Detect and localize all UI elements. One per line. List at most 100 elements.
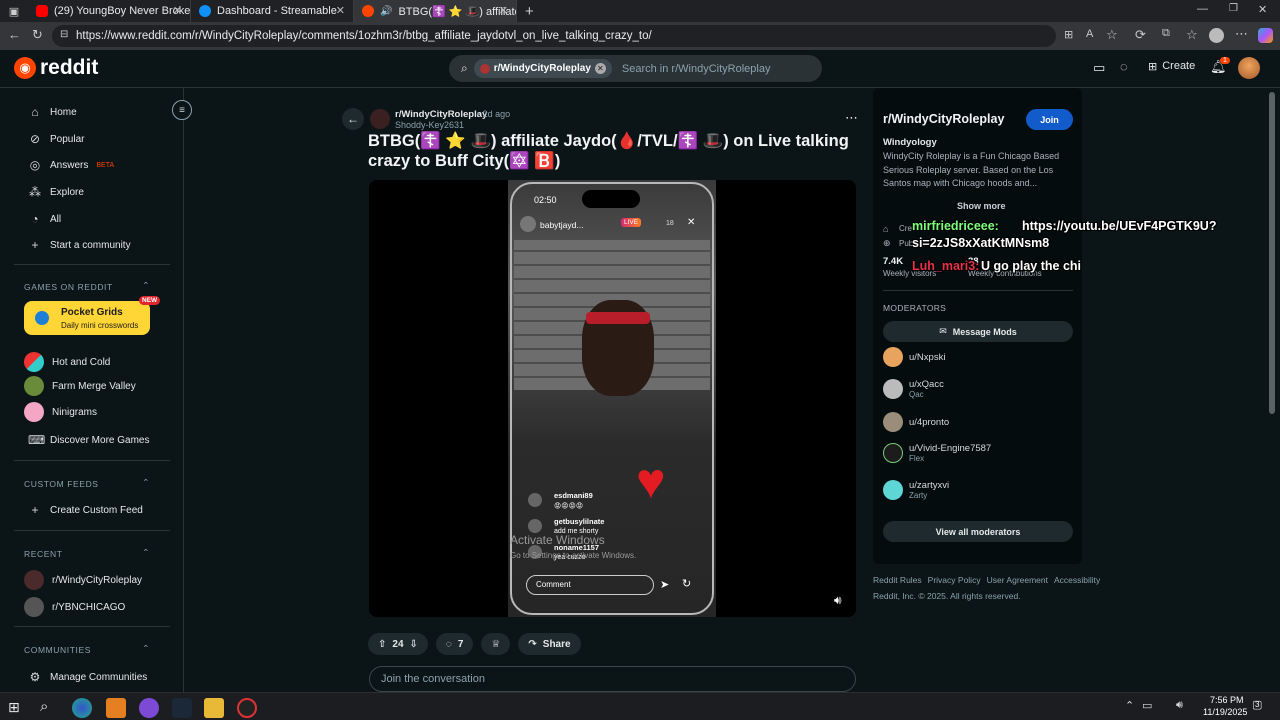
nav-popular[interactable]: ⊘ Popular <box>28 132 85 146</box>
user-avatar[interactable] <box>1238 57 1260 79</box>
copilot-icon[interactable] <box>1258 28 1273 43</box>
moderator-item[interactable]: u/Nxpski <box>883 347 945 367</box>
post-author[interactable]: Shoddy-Key2631 <box>395 120 464 130</box>
upvote-icon[interactable]: ⇧ <box>378 639 386 650</box>
custom-feeds-header[interactable]: CUSTOM FEEDS ⌃ <box>24 477 150 489</box>
game-hot-and-cold[interactable]: Hot and Cold <box>24 352 110 372</box>
search-community-chip[interactable]: r/WindyCityRoleplay ✕ <box>473 59 612 78</box>
start-icon[interactable]: ⊞ <box>8 699 20 716</box>
search-input[interactable]: Search in r/WindyCityRoleplay <box>622 63 771 75</box>
edge-icon[interactable] <box>72 698 92 718</box>
search-icon[interactable]: ⌕ <box>40 698 48 715</box>
profile-icon[interactable] <box>1209 28 1224 43</box>
site-info-icon[interactable]: ⊟ <box>60 29 68 40</box>
create-post-button[interactable]: ⊞ Create <box>1148 60 1195 73</box>
more-icon[interactable]: ⋯ <box>1235 26 1248 42</box>
close-window-icon[interactable]: ✕ <box>1258 3 1267 16</box>
collections-icon[interactable]: ☆ <box>1186 27 1198 43</box>
join-button[interactable]: Join <box>1026 109 1073 130</box>
collapse-sidebar-icon[interactable]: ≡ <box>172 100 192 120</box>
join-conversation-input[interactable]: Join the conversation <box>369 666 856 692</box>
speaker-tray-icon[interactable]: 🔊︎ <box>1176 699 1183 712</box>
game-farm-merge[interactable]: Farm Merge Valley <box>24 376 136 396</box>
community-name[interactable]: r/WindyCityRoleplay <box>883 112 1004 126</box>
moderator-item[interactable]: u/xQacc Qac <box>883 379 944 399</box>
award-button[interactable]: ♕ <box>481 633 511 655</box>
nav-explore[interactable]: ⁂ Explore <box>28 185 84 199</box>
video-player[interactable]: 02:50 babytjayd... LIVE 18 ✕ ♥ esdmani89… <box>369 180 856 617</box>
post-options-icon[interactable]: ⋯ <box>845 110 858 126</box>
view-all-moderators-button[interactable]: View all moderators <box>883 521 1073 542</box>
message-mods-button[interactable]: ✉ Message Mods <box>883 321 1073 342</box>
speaker-icon[interactable]: 🔊 <box>380 6 392 17</box>
taskbar-date[interactable]: 11/19/2025 <box>1203 707 1247 717</box>
chat-icon[interactable]: ◌ <box>1120 59 1128 74</box>
back-icon[interactable]: ← <box>8 27 21 42</box>
volume-icon[interactable]: 🔊︎ <box>834 593 842 608</box>
app-orange-icon[interactable] <box>106 698 126 718</box>
show-more-button[interactable]: Show more <box>957 201 1006 211</box>
tray-chevron-icon[interactable]: ⌃ <box>1125 699 1134 712</box>
recent-windycity[interactable]: r/WindyCityRoleplay <box>24 570 142 590</box>
footer-link[interactable]: Privacy Policy <box>928 575 981 585</box>
back-button[interactable]: ← <box>342 108 364 130</box>
tab-streamable[interactable]: Dashboard - Streamable ✕ <box>191 0 354 22</box>
moderator-item[interactable]: u/zartyxvi Zarty <box>883 480 949 500</box>
recent-ybnchicago[interactable]: r/YBNCHICAGO <box>24 597 125 617</box>
new-badge: NEW <box>139 296 161 305</box>
new-tab-icon[interactable]: + <box>525 3 534 20</box>
pocket-grids-card[interactable]: Pocket Grids Daily mini crosswords NEW <box>24 296 161 335</box>
downvote-icon[interactable]: ⇩ <box>410 639 418 650</box>
reddit-logo[interactable]: ◉ reddit <box>14 56 98 80</box>
nav-answers[interactable]: ◎ Answers BETA <box>28 158 114 172</box>
discover-games[interactable]: ⌨ Discover More Games <box>28 433 149 447</box>
read-aloud-icon[interactable]: A <box>1086 28 1093 40</box>
maximize-icon[interactable]: ❐ <box>1229 3 1238 14</box>
network-icon[interactable]: ▭ <box>1142 699 1152 712</box>
search-bar[interactable]: ⌕ r/WindyCityRoleplay ✕ Search in r/Wind… <box>449 55 822 82</box>
games-header[interactable]: GAMES ON REDDIT ⌃ <box>24 280 150 292</box>
footer-link[interactable]: Reddit Rules <box>873 575 922 585</box>
page-scrollbar[interactable] <box>1269 92 1275 414</box>
footer-link[interactable]: User Agreement <box>987 575 1048 585</box>
grid-icon[interactable]: ⊞ <box>1064 28 1073 41</box>
manage-communities[interactable]: ⚙ Manage Communities <box>28 670 148 684</box>
footer-link[interactable]: Accessibility <box>1054 575 1100 585</box>
extensions-icon[interactable]: ⟳ <box>1135 27 1146 43</box>
chevron-up-icon: ⌃ <box>142 547 150 557</box>
create-custom-feed[interactable]: + Create Custom Feed <box>28 503 142 517</box>
minimize-icon[interactable]: — <box>1197 3 1208 15</box>
nav-all[interactable]: ◔ All <box>28 212 61 226</box>
recent-header[interactable]: RECENT ⌃ <box>24 547 150 559</box>
share-button[interactable]: ↷ Share <box>518 633 581 655</box>
close-tab-icon[interactable]: ✕ <box>499 4 508 17</box>
app-purple-icon[interactable] <box>139 698 159 718</box>
clear-chip-icon[interactable]: ✕ <box>594 63 606 74</box>
communities-header[interactable]: COMMUNITIES ⌃ <box>24 643 150 655</box>
comments-button[interactable]: ◌ 7 <box>435 633 474 655</box>
tab-reddit[interactable]: 🔊 BTBG(☦️ ⭐ 🎩) affiliate Jaydo ✕ <box>354 0 517 22</box>
close-tab-icon[interactable]: ✕ <box>173 4 182 17</box>
tab-youtube[interactable]: (29) YoungBoy Never Broke Again ✕ <box>28 0 191 22</box>
taskbar-time[interactable]: 7:56 PM <box>1210 695 1244 705</box>
reddit-tab-icon <box>362 5 374 17</box>
game-ninigrams[interactable]: Ninigrams <box>24 402 97 422</box>
moderator-item[interactable]: u/Vivid-Engine7587 Flex <box>883 443 991 463</box>
vote-button[interactable]: ⇧ 24 ⇩ <box>368 633 428 655</box>
file-explorer-icon[interactable] <box>204 698 224 718</box>
refresh-icon[interactable]: ↻ <box>32 27 43 43</box>
nav-home[interactable]: ⌂ Home <box>28 105 76 119</box>
subreddit-avatar[interactable] <box>370 109 390 129</box>
steam-icon[interactable] <box>172 698 192 718</box>
url-field[interactable]: ⊟ https://www.reddit.com/r/WindyCityRole… <box>52 25 1056 47</box>
advertise-icon[interactable]: ▭ <box>1093 60 1105 76</box>
app-red-icon[interactable] <box>237 698 257 718</box>
nav-start-community[interactable]: + Start a community <box>28 238 130 252</box>
favorite-icon[interactable]: ☆ <box>1106 27 1118 43</box>
moderator-item[interactable]: u/4pronto <box>883 412 949 432</box>
close-tab-icon[interactable]: ✕ <box>336 4 345 17</box>
tab-actions-icon[interactable]: ▣ <box>0 5 28 18</box>
heart-graphic: ♥ <box>636 453 666 509</box>
split-screen-icon[interactable]: ⧉ <box>1162 27 1170 40</box>
subreddit-link[interactable]: r/WindyCityRoleplay <box>395 109 487 120</box>
